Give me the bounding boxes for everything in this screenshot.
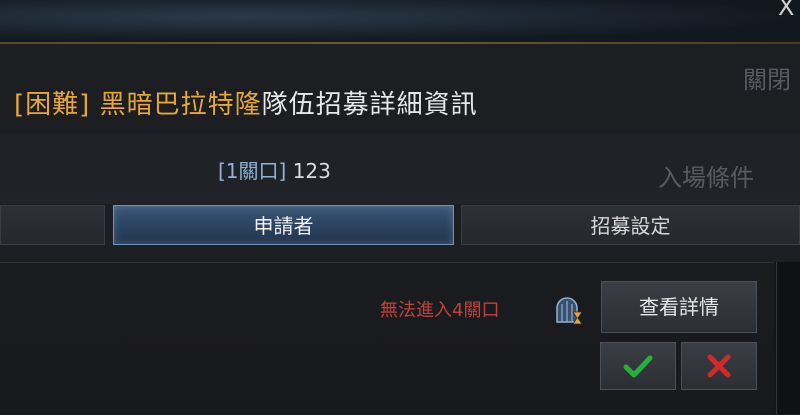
view-details-button[interactable]: 查看詳情 [601, 281, 757, 333]
page-title: [困難] 黑暗巴拉特隆隊伍招募詳細資訊 [14, 84, 478, 121]
top-backdrop [0, 0, 800, 42]
tab-recruit-settings[interactable]: 招募設定 [461, 205, 800, 245]
checkmark-icon [623, 355, 653, 378]
gate-bracket-label: [1關口] [218, 159, 287, 183]
x-icon [707, 354, 731, 378]
scroll-strip[interactable] [776, 262, 800, 414]
close-icon[interactable]: X [778, 0, 800, 20]
accept-button[interactable] [600, 342, 676, 390]
reject-button[interactable] [681, 342, 757, 390]
title-suffix: 隊伍招募詳細資訊 [261, 90, 478, 120]
gate-value: 123 [292, 159, 331, 183]
gate-warning-text: 無法進入4關口 [380, 300, 500, 321]
tab-left-partial[interactable] [0, 205, 105, 245]
tab-applicants[interactable]: 申請者 [113, 205, 454, 245]
gate-info: [1關口] 123 [218, 155, 331, 184]
dungeon-name: 黑暗巴拉特隆 [99, 90, 262, 120]
background-entry-conditions: 入場條件 [658, 164, 754, 192]
gate-hourglass-icon [551, 294, 585, 326]
background-close-label: 關閉 [743, 66, 791, 94]
difficulty-label: [困難] [14, 90, 91, 120]
